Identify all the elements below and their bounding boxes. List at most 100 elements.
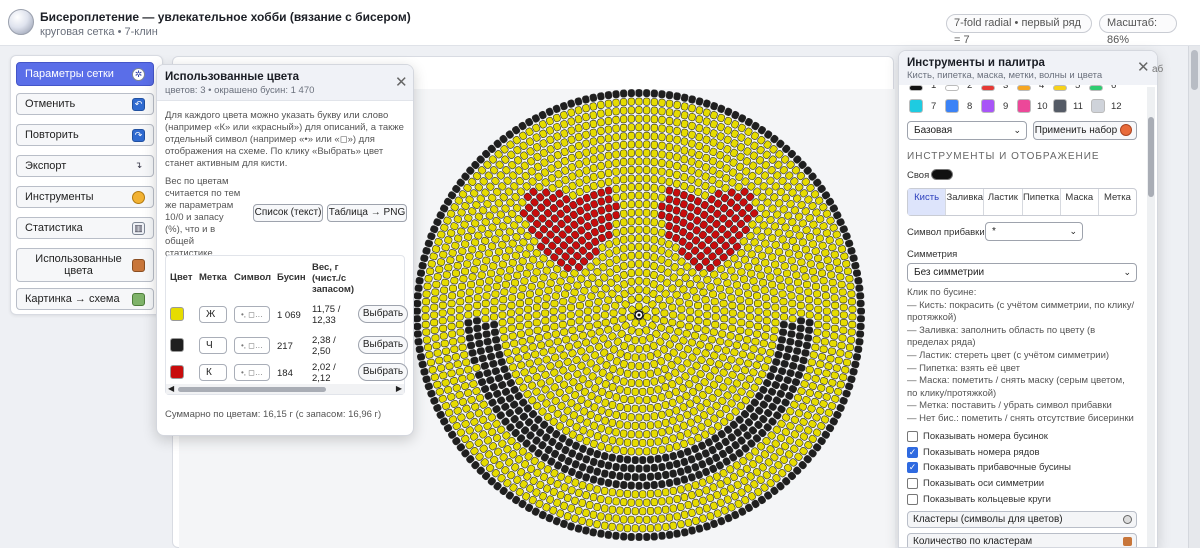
select-color-button[interactable]: Выбрать (358, 305, 408, 323)
bead[interactable] (643, 174, 651, 183)
bead[interactable] (627, 395, 635, 404)
bead[interactable] (669, 469, 677, 478)
bead[interactable] (680, 119, 689, 129)
bead[interactable] (597, 197, 606, 206)
bead[interactable] (432, 280, 441, 289)
bead[interactable] (660, 309, 669, 317)
bead[interactable] (759, 339, 769, 348)
bead[interactable] (567, 486, 576, 495)
bead[interactable] (491, 336, 501, 344)
bead[interactable] (485, 345, 494, 354)
bead[interactable] (784, 277, 793, 285)
bead[interactable] (567, 135, 576, 144)
bead[interactable] (597, 529, 605, 538)
bead[interactable] (643, 481, 651, 490)
bead[interactable] (749, 345, 758, 353)
tools-button[interactable]: Инструменты (16, 186, 154, 208)
bead[interactable] (446, 256, 455, 264)
bead[interactable] (553, 337, 562, 346)
bead[interactable] (703, 522, 711, 531)
bead[interactable] (506, 309, 515, 317)
bead[interactable] (543, 332, 552, 340)
bead[interactable] (658, 531, 666, 540)
checkbox-box[interactable] (907, 431, 918, 442)
bead[interactable] (779, 321, 788, 329)
bead[interactable] (673, 494, 681, 504)
bead[interactable] (680, 190, 689, 200)
palette-swatch-3[interactable] (981, 85, 995, 91)
bead[interactable] (854, 277, 863, 285)
bead[interactable] (612, 167, 620, 176)
bead[interactable] (612, 463, 620, 472)
bead[interactable] (627, 498, 635, 507)
bead[interactable] (635, 183, 643, 191)
bead[interactable] (515, 307, 524, 315)
bead[interactable] (676, 320, 685, 329)
bead[interactable] (650, 377, 659, 386)
label-input[interactable]: Ч (199, 337, 227, 354)
bead[interactable] (509, 286, 518, 294)
bead[interactable] (658, 462, 666, 472)
bead[interactable] (604, 444, 613, 453)
select-color-button[interactable]: Выбрать (358, 336, 408, 354)
bead[interactable] (796, 301, 805, 310)
bead[interactable] (434, 237, 443, 247)
bead[interactable] (703, 311, 712, 319)
bead[interactable] (821, 330, 830, 338)
bead[interactable] (650, 498, 658, 507)
bead[interactable] (593, 520, 601, 529)
bead[interactable] (558, 305, 567, 313)
bead[interactable] (616, 420, 624, 429)
bead[interactable] (728, 324, 737, 333)
bead[interactable] (500, 288, 509, 296)
bead[interactable] (608, 522, 616, 531)
bead[interactable] (732, 341, 741, 350)
bead[interactable] (856, 292, 865, 300)
bead[interactable] (574, 488, 583, 497)
bead[interactable] (464, 326, 473, 334)
bead[interactable] (825, 385, 835, 395)
bead[interactable] (836, 380, 845, 389)
bead[interactable] (480, 361, 489, 370)
bead[interactable] (493, 343, 502, 352)
bead[interactable] (618, 315, 627, 323)
bead[interactable] (793, 278, 803, 287)
bead[interactable] (464, 296, 473, 304)
apply-preset-button[interactable]: Применить набор (1033, 121, 1137, 140)
bead[interactable] (654, 472, 662, 481)
bead[interactable] (705, 475, 714, 484)
bead[interactable] (475, 278, 485, 287)
bead[interactable] (753, 299, 762, 308)
bead[interactable] (635, 379, 643, 388)
bead[interactable] (601, 303, 610, 312)
bead[interactable] (813, 254, 823, 263)
bead[interactable] (650, 89, 658, 98)
bead[interactable] (612, 193, 620, 202)
bead[interactable] (753, 330, 762, 338)
bead[interactable] (839, 373, 848, 382)
bead[interactable] (560, 290, 570, 298)
bead[interactable] (444, 263, 453, 272)
bead[interactable] (720, 315, 729, 323)
bead[interactable] (589, 475, 598, 484)
bead[interactable] (780, 305, 789, 313)
bead[interactable] (421, 305, 430, 313)
bead[interactable] (658, 202, 666, 211)
bead[interactable] (635, 114, 643, 123)
bead[interactable] (661, 488, 670, 497)
bead[interactable] (477, 271, 486, 279)
bead[interactable] (589, 510, 598, 519)
bead[interactable] (794, 371, 804, 380)
bead[interactable] (537, 281, 546, 289)
checkbox-box[interactable] (907, 494, 918, 505)
bead[interactable] (848, 313, 857, 321)
bead[interactable] (517, 361, 526, 370)
bead[interactable] (646, 472, 655, 481)
bead[interactable] (662, 522, 670, 531)
bead[interactable] (422, 247, 431, 255)
bead[interactable] (631, 421, 639, 430)
bead[interactable] (608, 400, 617, 410)
bead[interactable] (440, 286, 449, 294)
bead[interactable] (597, 206, 606, 215)
bead[interactable] (695, 506, 704, 515)
